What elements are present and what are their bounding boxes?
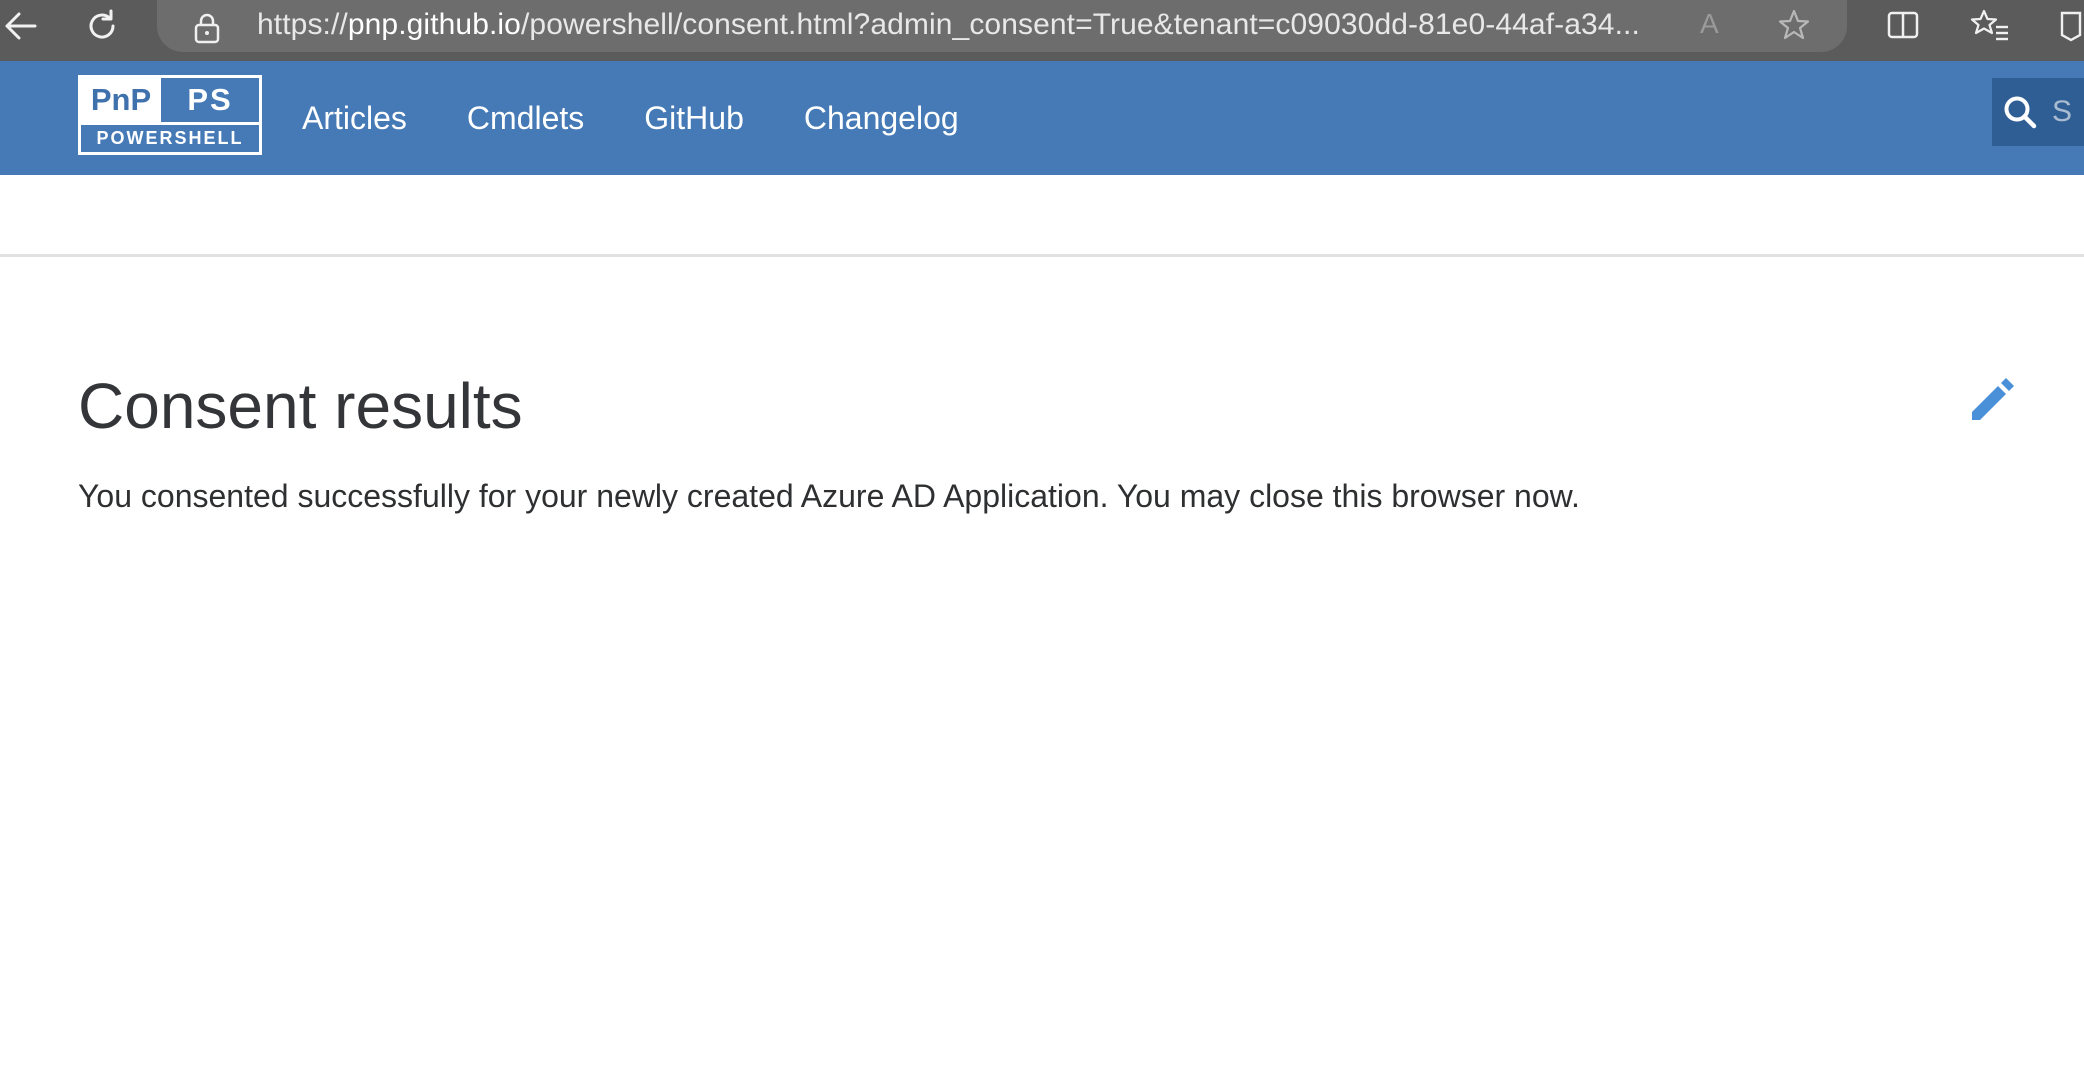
favorites-icon[interactable] [1970,8,2010,42]
url-text[interactable]: https://pnp.github.io/powershell/consent… [257,8,1657,42]
sub-navigation-bar [0,175,2084,257]
main-nav: Articles Cmdlets GitHub Changelog [302,61,1019,175]
nav-changelog[interactable]: Changelog [804,61,959,175]
site-header: PnP PS POWERSHELL Articles Cmdlets GitHu… [0,61,2084,175]
logo-powershell-text: POWERSHELL [96,128,244,148]
nav-cmdlets[interactable]: Cmdlets [467,61,584,175]
url-scheme: https:// [257,8,348,41]
pnp-powershell-logo[interactable]: PnP PS POWERSHELL [78,75,262,155]
nav-github[interactable]: GitHub [644,61,744,175]
url-host: pnp.github.io [347,8,521,41]
pencil-icon [1972,378,2014,420]
back-arrow-icon [5,12,37,40]
split-screen-icon[interactable] [1886,8,1920,42]
consent-message: You consented successfully for your newl… [78,478,1580,514]
reload-icon [89,9,115,39]
back-button[interactable] [0,0,40,52]
reload-button[interactable] [78,0,126,52]
search-box[interactable] [1992,78,2084,146]
address-bar[interactable]: https://pnp.github.io/powershell/consent… [157,0,1847,52]
favorite-star-icon[interactable] [1777,8,1811,42]
extension-icon[interactable] [2058,8,2084,42]
logo-pnp-text: PnP [81,78,161,122]
nav-articles[interactable]: Articles [302,61,407,175]
url-path: /powershell/consent.html?admin_consent=T… [520,8,1640,41]
search-icon[interactable] [2002,94,2038,130]
logo-ps-text: PS [187,82,233,117]
lock-icon[interactable] [193,12,221,44]
search-input[interactable] [2052,88,2084,136]
edit-page-button[interactable] [1966,372,2020,426]
page-title: Consent results [78,370,523,442]
browser-toolbar: https://pnp.github.io/powershell/consent… [0,0,2084,61]
read-aloud-icon[interactable]: A [1700,8,1719,40]
